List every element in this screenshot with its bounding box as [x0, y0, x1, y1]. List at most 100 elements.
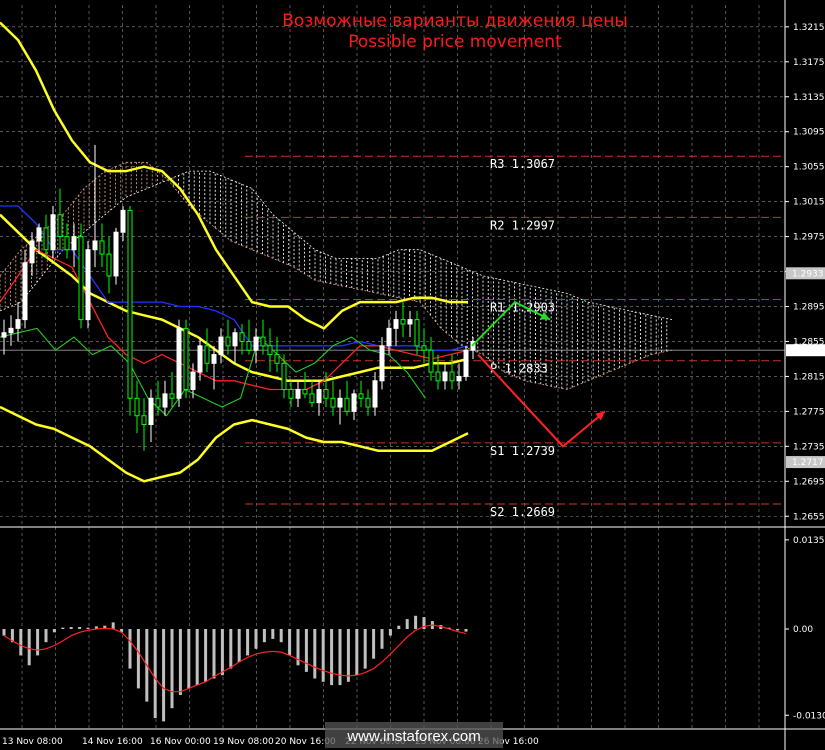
candle-body [400, 319, 406, 325]
macd-bar [237, 629, 241, 662]
x-tick-label: 14 Nov 16:00 [82, 737, 143, 747]
candle-body [64, 236, 70, 251]
macd-bar [195, 629, 199, 686]
candle-body [78, 236, 84, 321]
candle-body [337, 397, 343, 408]
candle-body [127, 209, 133, 399]
macd-bar [86, 627, 90, 629]
candle-body [274, 354, 280, 364]
macd-tick-label: -0.01307 [793, 711, 825, 721]
candle-body [302, 389, 308, 395]
y-tick-label: 1.2895 [793, 303, 825, 313]
macd-bar [405, 619, 409, 629]
macd-bar [338, 629, 342, 686]
candle-body [43, 227, 49, 251]
candle-body [99, 240, 105, 255]
candle-body [29, 240, 35, 264]
candle-body [176, 327, 182, 399]
candle-body [218, 336, 224, 356]
candle-body [57, 214, 63, 238]
candle-body [211, 354, 217, 364]
candle-body [463, 349, 469, 377]
candle-body [71, 236, 77, 251]
x-tick-label: 19 Nov 08:00 [213, 737, 274, 747]
candle-body [155, 397, 161, 408]
macd-bar [52, 629, 56, 633]
macd-bar [397, 625, 401, 629]
macd-bar [271, 629, 275, 639]
candle-body [372, 380, 378, 408]
title-russian: Возможные варианты движения цены [282, 11, 628, 31]
y-tick-label: 1.3135 [793, 93, 825, 103]
candle-body [407, 319, 413, 325]
level-label-p: P 1.2833 [490, 362, 548, 376]
macd-bar [246, 629, 250, 656]
macd-bar [36, 629, 40, 656]
candle-body [239, 332, 245, 342]
macd-bar [212, 629, 216, 679]
candle-body [344, 397, 350, 412]
macd-bar [162, 629, 166, 722]
level-label-r1: R1 1.2903 [490, 301, 555, 315]
macd-bar [128, 629, 132, 669]
candle-body [197, 345, 203, 373]
candle-body [449, 371, 455, 382]
candle-body [379, 345, 385, 382]
macd-bar [187, 629, 191, 689]
macd-bar [61, 627, 65, 629]
macd-bar [330, 629, 334, 686]
chart-background [0, 0, 825, 750]
macd-bar [2, 629, 6, 636]
candle-body [323, 389, 329, 399]
macd-bar [204, 629, 208, 682]
y-tick-label: 1.3055 [793, 163, 825, 173]
watermark: www.instaforex.com [325, 722, 503, 748]
candle-body [281, 362, 287, 391]
macd-bar [44, 629, 48, 643]
macd-bar [313, 629, 317, 679]
candle-body [190, 371, 196, 391]
marked-price-low-label: 1.2717 [792, 458, 824, 468]
candle-body [92, 240, 98, 251]
candle-body [414, 319, 420, 347]
macd-tick-label: 0.01351 [793, 536, 825, 546]
y-tick-label: 1.3015 [793, 198, 825, 208]
x-tick-label: 13 Nov 08:00 [2, 737, 63, 747]
macd-bar [414, 615, 418, 629]
macd-bar [111, 622, 115, 629]
y-tick-label: 1.2975 [793, 233, 825, 243]
candle-body [309, 393, 315, 404]
candle-body [393, 319, 399, 329]
candle-body [253, 336, 259, 351]
candle-body [134, 397, 140, 417]
macd-bar [355, 629, 359, 676]
macd-bar [69, 627, 73, 629]
macd-bar [363, 629, 367, 669]
macd-bar [464, 629, 468, 632]
macd-bar [170, 629, 174, 709]
candle-body [183, 327, 189, 391]
candle-body [260, 336, 266, 347]
candle-body [113, 231, 119, 277]
macd-tick-label: 0.00 [793, 625, 813, 635]
candle-body [365, 397, 371, 408]
candle-body [50, 214, 56, 251]
current-price-label: 1.2845 [792, 346, 824, 356]
candle-body [36, 227, 42, 242]
candle-body [232, 332, 238, 347]
macd-bar [78, 627, 82, 629]
macd-bar [372, 629, 376, 659]
macd-bar [178, 629, 182, 695]
y-tick-label: 1.2815 [793, 372, 825, 382]
macd-bar [27, 629, 31, 666]
candle-body [288, 389, 294, 399]
macd-bar [136, 629, 140, 689]
forex-chart[interactable]: R3 1.3067 R2 1.2997 R1 1.2903 P 1.2833 S1 1.… [0, 0, 825, 750]
candle-body [330, 397, 336, 408]
macd-bar [153, 629, 157, 719]
candle-body [421, 345, 427, 351]
macd-bar [456, 629, 460, 631]
candle-body [120, 209, 126, 233]
macd-bar [388, 629, 392, 636]
y-tick-label: 1.2735 [793, 442, 825, 452]
